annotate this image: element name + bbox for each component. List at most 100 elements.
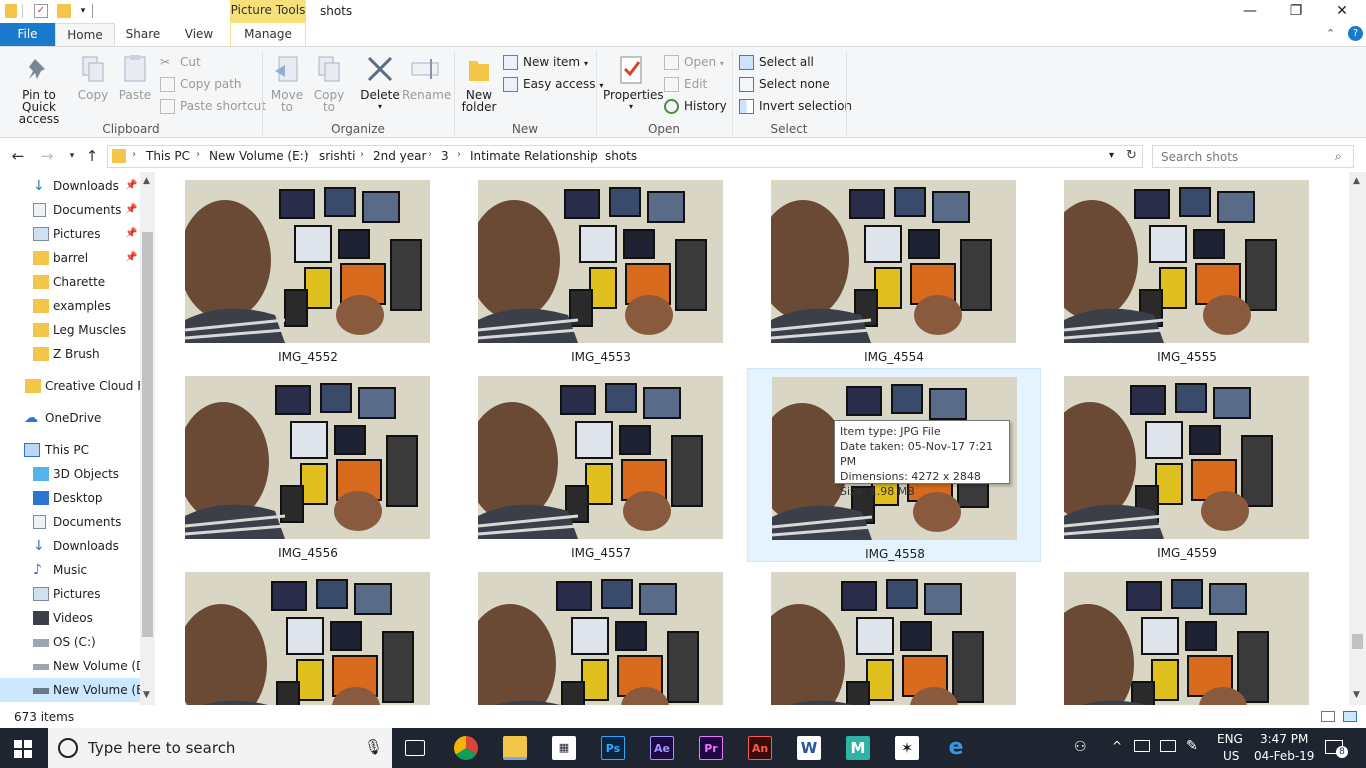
minimize-button[interactable]: — [1227,0,1273,23]
nav-item-desktop[interactable]: Desktop [0,486,140,510]
recent-locations-chevron-icon[interactable]: ▾ [62,146,82,166]
paste-shortcut-button[interactable]: Paste shortcut [160,96,266,116]
crumb-this-pc[interactable]: This PC [146,149,190,163]
file-name[interactable]: IMG_4555 [1040,350,1334,364]
file-tile[interactable]: IMG_4555 [1040,172,1334,366]
photo-thumbnail[interactable] [185,376,430,539]
delete-button[interactable]: Delete ▾ [358,53,402,113]
file-name[interactable]: IMG_4552 [161,350,455,364]
tab-view[interactable]: View [178,23,220,46]
content-scrollbar[interactable]: ▲ ▼ [1349,172,1366,705]
photoshop-icon[interactable]: Ps [601,736,625,760]
photo-thumbnail[interactable] [771,572,1016,705]
collapse-ribbon-icon[interactable]: ⌃ [1326,27,1335,40]
tab-file[interactable]: File [0,23,55,46]
language-top[interactable]: ENG [1217,732,1243,746]
file-tile[interactable]: IMG_4556 [161,368,455,562]
nav-item-charette[interactable]: Charette [0,270,140,294]
photo-thumbnail[interactable] [185,180,430,343]
animate-icon[interactable]: An [748,736,772,760]
new-folder-quick-icon[interactable] [57,4,71,18]
file-tile[interactable]: IMG_4554 [747,172,1041,366]
large-icons-view-icon[interactable] [1343,711,1357,722]
close-button[interactable]: ✕ [1319,0,1365,23]
back-arrow-icon[interactable]: ← [8,146,28,166]
nav-item-videos[interactable]: Videos [0,606,140,630]
windows-start-icon[interactable] [14,740,32,761]
photo-thumbnail[interactable] [1064,180,1309,343]
invert-selection-button[interactable]: Invert selection [739,96,852,116]
up-arrow-icon[interactable]: ↑ [82,146,102,166]
chrome-icon[interactable] [454,736,478,760]
maya-icon[interactable]: M [846,736,870,760]
scroll-up-icon[interactable]: ▲ [1353,176,1360,186]
tab-manage[interactable]: Manage [230,23,306,46]
crumb-intimate-relationship[interactable]: Intimate Relationship [470,149,598,163]
history-button[interactable]: History [664,96,727,116]
nav-item-new-volume-d[interactable]: New Volume (D: [0,654,140,678]
file-tile[interactable] [161,564,455,705]
photo-thumbnail[interactable] [1064,376,1309,539]
show-hidden-icons-chevron[interactable]: ^ [1112,739,1122,753]
paste-button[interactable]: Paste [118,53,152,101]
file-name[interactable]: IMG_4556 [161,546,455,560]
file-tile[interactable]: IMG_4557 [454,368,748,562]
display-icon[interactable] [1160,740,1176,752]
crumb-3[interactable]: 3 [441,149,449,163]
address-dropdown-icon[interactable]: ▾ [1109,150,1114,161]
customize-quick-access-icon[interactable]: ▾ [76,4,90,18]
tab-home[interactable]: Home [55,23,115,46]
properties-button[interactable]: Properties ▾ [603,53,664,113]
crumb-srishti[interactable]: srishti [319,149,355,163]
after-effects-icon[interactable]: Ae [650,736,674,760]
task-view-icon[interactable] [405,740,425,756]
clock-time[interactable]: 3:47 PM [1260,732,1308,746]
taskbar-search-box[interactable]: Type here to search 🎙 [48,728,392,768]
new-item-button[interactable]: New item ▾ [503,52,588,72]
premiere-icon[interactable]: Pr [699,736,723,760]
copy-path-button[interactable]: Copy path [160,74,242,94]
store-icon[interactable]: ▦ [552,736,576,760]
photo-thumbnail[interactable] [1064,572,1309,705]
file-name[interactable]: IMG_4553 [454,350,748,364]
search-input[interactable]: Search shots [1161,150,1238,164]
file-explorer-icon[interactable] [503,736,527,760]
photo-thumbnail[interactable] [478,376,723,539]
scroll-down-icon[interactable]: ▼ [1353,690,1360,700]
photo-thumbnail[interactable] [771,180,1016,343]
search-icon[interactable]: ⌕ [1335,149,1342,164]
file-name[interactable]: IMG_4559 [1040,546,1334,560]
zbrush-icon[interactable]: ✶ [895,736,919,760]
crumb-new-volume-e[interactable]: New Volume (E:) [209,149,308,163]
pin-to-quick-access-button[interactable]: Pin to Quick access [4,53,74,125]
copy-to-button[interactable]: Copy to [310,53,348,113]
file-name[interactable]: IMG_4554 [747,350,1041,364]
file-name[interactable]: IMG_4558 [748,547,1042,561]
copy-button[interactable]: Copy [76,53,110,101]
nav-item-barrel[interactable]: barrel 📌 [0,246,140,270]
crumb-shots[interactable]: shots [605,149,637,163]
nav-item-pictures-quick[interactable]: Pictures 📌 [0,222,140,246]
nav-item-creative-cloud[interactable]: Creative Cloud Fil [0,374,140,398]
people-icon[interactable]: ⚇ [1074,739,1087,755]
photo-thumbnail[interactable] [478,572,723,705]
select-none-button[interactable]: Select none [739,74,830,94]
details-view-icon[interactable] [1321,711,1335,722]
nav-item-examples[interactable]: examples [0,294,140,318]
file-tile[interactable]: IMG_4559 [1040,368,1334,562]
crumb-2nd-year[interactable]: 2nd year [373,149,426,163]
content-scrollbar-thumb[interactable] [1352,634,1363,649]
nav-item-downloads[interactable]: ↓ Downloads [0,534,140,558]
forward-arrow-icon[interactable]: → [37,146,57,166]
nav-scrollbar[interactable]: ▲ ▼ [140,172,155,705]
file-tile[interactable]: IMG_4552 [161,172,455,366]
network-icon[interactable] [1134,740,1150,752]
select-all-button[interactable]: Select all [739,52,814,72]
tab-share[interactable]: Share [122,23,164,46]
photo-thumbnail[interactable] [185,572,430,705]
nav-item-z-brush[interactable]: Z Brush [0,342,140,366]
edge-icon[interactable]: e [944,736,968,760]
file-name[interactable]: IMG_4557 [454,546,748,560]
new-folder-button[interactable]: New folder [460,53,498,113]
cut-button[interactable]: ✂ Cut [160,52,201,72]
